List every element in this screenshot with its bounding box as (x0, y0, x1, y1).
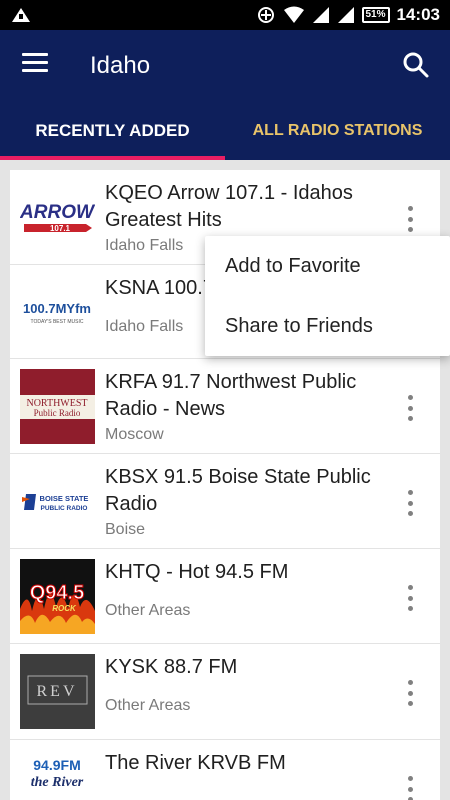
myfm-logo: 100.7MYfm TODAY'S BEST MUSIC (20, 275, 95, 350)
svg-text:REV: REV (37, 683, 78, 700)
sync-icon (257, 7, 274, 23)
tab-all-radio-stations[interactable]: ALL RADIO STATIONS (225, 102, 450, 160)
context-menu: Add to Favorite Share to Friends (205, 236, 450, 356)
app-bar: Idaho (0, 30, 450, 102)
more-options-icon[interactable] (402, 395, 418, 421)
page-title: Idaho (90, 52, 151, 79)
station-city: Boise (105, 521, 146, 538)
search-icon[interactable] (402, 51, 430, 79)
svg-text:Q94.5: Q94.5 (30, 582, 84, 604)
android-notification-icon (12, 8, 30, 22)
svg-text:TODAY'S BEST MUSIC: TODAY'S BEST MUSIC (31, 319, 84, 325)
station-row[interactable]: REV KYSK 88.7 FM Other Areas (10, 644, 440, 740)
svg-text:100.7MYfm: 100.7MYfm (23, 301, 91, 316)
svg-text:PUBLIC RADIO: PUBLIC RADIO (41, 505, 88, 512)
more-options-icon[interactable] (402, 585, 418, 611)
station-name: KYSK 88.7 FM (105, 656, 238, 678)
station-row[interactable]: BOISE STATE PUBLIC RADIO KBSX 91.5 Boise… (10, 454, 440, 549)
station-city: Idaho Falls (105, 237, 184, 254)
hot-945-logo: Q94.5 ROCK (20, 559, 95, 634)
more-options-icon[interactable] (402, 680, 418, 706)
svg-text:BOISE STATE: BOISE STATE (40, 494, 89, 503)
boise-state-logo: BOISE STATE PUBLIC RADIO (20, 464, 95, 539)
signal-icon-2 (337, 7, 354, 23)
svg-text:107.1: 107.1 (50, 224, 71, 233)
svg-text:94.9FM: 94.9FM (33, 757, 80, 773)
share-to-friends-menu-item[interactable]: Share to Friends (205, 296, 450, 356)
station-row[interactable]: NORTHWEST Public Radio KRFA 91.7 Northwe… (10, 359, 440, 454)
nw-public-radio-logo: NORTHWEST Public Radio (20, 369, 95, 444)
svg-text:the River: the River (31, 775, 84, 790)
more-options-icon[interactable] (402, 776, 418, 800)
status-time: 14:03 (396, 5, 440, 24)
station-row[interactable]: 94.9FM the River The River KRVB FM (10, 740, 440, 800)
more-options-icon[interactable] (402, 490, 418, 516)
wifi-icon (283, 6, 304, 23)
station-name: KBSX 91.5 Boise State Public Radio (105, 466, 371, 515)
battery-indicator: 51% (361, 7, 390, 23)
station-name: KHTQ - Hot 94.5 FM (105, 561, 289, 583)
station-city: Other Areas (105, 697, 191, 714)
arrow-107-logo: ARROW 107.1 (20, 180, 95, 255)
station-row[interactable]: Q94.5 ROCK KHTQ - Hot 94.5 FM Other Area… (10, 549, 440, 644)
signal-icon-1 (312, 7, 329, 23)
status-bar: 51% 14:03 (0, 0, 450, 30)
svg-text:ROCK: ROCK (52, 604, 77, 613)
station-city: Moscow (105, 426, 164, 443)
rev-logo: REV (20, 654, 95, 729)
station-city: Idaho Falls (105, 318, 184, 335)
station-name: KRFA 91.7 Northwest Public Radio - News (105, 371, 357, 420)
tab-recently-added[interactable]: RECENTLY ADDED (0, 102, 225, 160)
svg-text:Public Radio: Public Radio (34, 408, 81, 418)
svg-text:ARROW: ARROW (20, 202, 95, 223)
station-name: The River KRVB FM (105, 752, 286, 774)
tab-bar: RECENTLY ADDED ALL RADIO STATIONS (0, 102, 450, 160)
station-city: Other Areas (105, 602, 191, 619)
add-to-favorite-menu-item[interactable]: Add to Favorite (205, 236, 450, 296)
menu-icon[interactable] (22, 53, 48, 77)
station-name: KQEO Arrow 107.1 - Idahos Greatest Hits (105, 182, 353, 231)
the-river-logo: 94.9FM the River (20, 750, 95, 800)
more-options-icon[interactable] (402, 206, 418, 232)
